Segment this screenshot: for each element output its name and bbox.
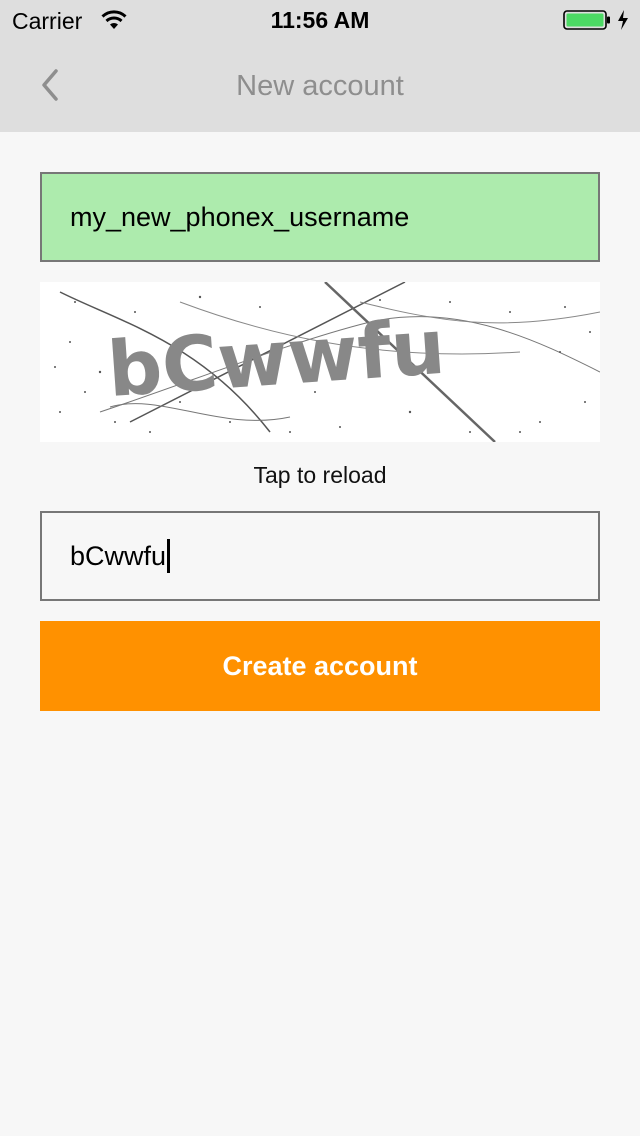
status-bar: Carrier 11:56 AM xyxy=(0,0,640,40)
page-title: New account xyxy=(236,70,404,102)
clock: 11:56 AM xyxy=(270,7,370,33)
create-account-button[interactable]: Create account xyxy=(40,621,600,711)
username-value: my_new_phonex_username xyxy=(70,201,410,232)
battery-icon xyxy=(563,10,611,30)
captcha-drawing: bCwwfu xyxy=(54,282,600,442)
charging-bolt-icon xyxy=(616,9,630,31)
screen: Carrier 11:56 AM New account my_new_phon… xyxy=(0,0,640,1136)
text-cursor xyxy=(167,539,171,573)
captcha-input-value: bCwwfu xyxy=(70,540,167,571)
navigation-bar: New account xyxy=(0,40,640,132)
tap-to-reload-label[interactable]: Tap to reload xyxy=(0,462,640,489)
captcha-text: bCwwfu xyxy=(105,302,448,414)
captcha-input[interactable]: bCwwfu xyxy=(40,511,600,601)
username-field[interactable]: my_new_phonex_username xyxy=(40,172,600,262)
captcha-image[interactable]: bCwwfu xyxy=(40,282,600,442)
